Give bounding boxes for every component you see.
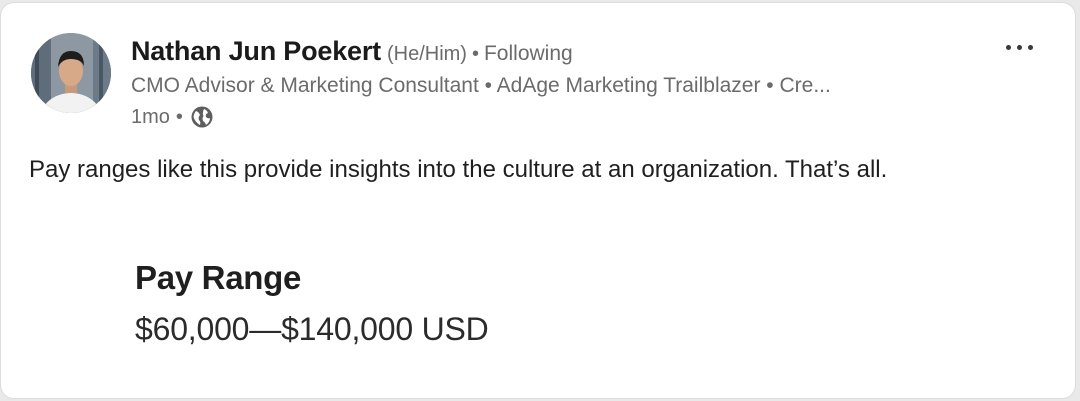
post-time: 1mo <box>131 106 170 128</box>
profile-photo-icon <box>31 33 111 113</box>
author-pronouns: (He/Him) <box>386 43 467 65</box>
author-line: Nathan Jun Poekert (He/Him) • Following <box>131 33 573 74</box>
post-body-text: Pay ranges like this provide insights in… <box>29 156 888 183</box>
post-meta: 1mo • <box>131 102 215 132</box>
dot <box>1027 44 1033 50</box>
more-options-icon[interactable] <box>999 35 1039 59</box>
feed-post-card: Nathan Jun Poekert (He/Him) • Following CMO… <box>0 2 1076 399</box>
dot <box>1005 44 1011 50</box>
pay-range-title: Pay Range <box>135 259 302 296</box>
separator-dot: • <box>175 106 183 128</box>
author-headline: CMO Advisor & Marketing Consultant • AdA… <box>131 74 831 97</box>
author-name[interactable]: Nathan Jun Poekert <box>131 36 381 66</box>
pay-range-value: $60,000—$140,000 USD <box>135 311 489 347</box>
following-status[interactable]: Following <box>484 42 573 65</box>
separator-dot: • <box>471 43 479 65</box>
author-avatar[interactable] <box>31 33 111 113</box>
dot <box>1016 44 1022 50</box>
globe-icon <box>189 104 215 130</box>
